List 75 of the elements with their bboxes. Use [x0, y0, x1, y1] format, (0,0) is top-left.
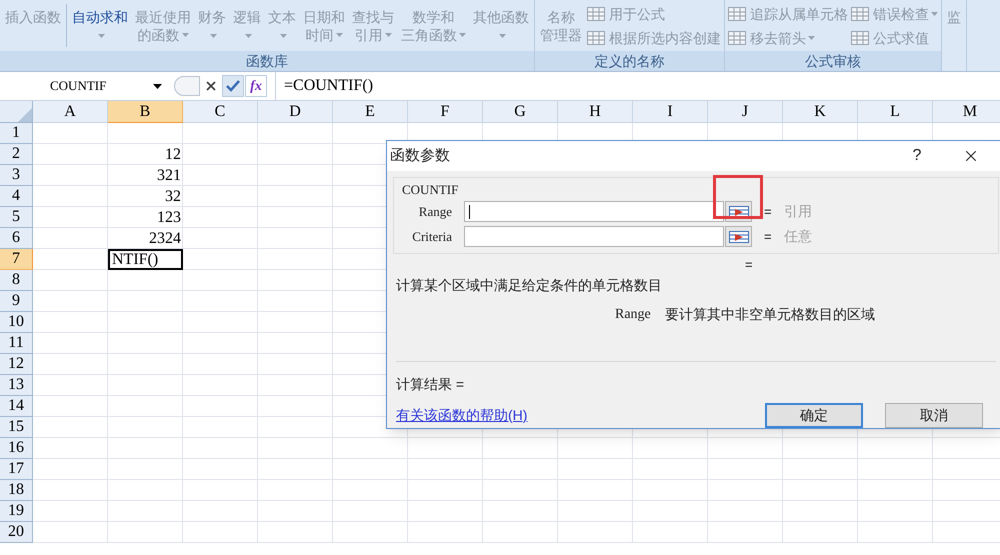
row-header[interactable]: 19: [0, 501, 33, 522]
argument-label: Range: [418, 202, 453, 221]
row-header[interactable]: 5: [0, 207, 33, 228]
function-description: 计算某个区域中满足给定条件的单元格数目: [395, 276, 663, 296]
formula-bar-grip[interactable]: [174, 76, 200, 96]
row-header[interactable]: 17: [0, 459, 33, 480]
table-cell-text: 32: [164, 186, 182, 206]
column-header[interactable]: B: [108, 101, 183, 123]
argument-field[interactable]: [464, 226, 724, 248]
row-header[interactable]: 18: [0, 480, 33, 501]
ribbon-group-label: 定义的名称: [535, 51, 724, 71]
column-header[interactable]: A: [33, 101, 108, 123]
row-header[interactable]: 14: [0, 396, 33, 417]
column-header[interactable]: C: [183, 101, 258, 123]
row-header[interactable]: 3: [0, 165, 33, 186]
argument-name: Range: [615, 306, 651, 324]
row-header[interactable]: 4: [0, 186, 33, 207]
table-cell-text: 123: [156, 208, 182, 228]
row-header[interactable]: 9: [0, 291, 33, 312]
row-header[interactable]: 1: [0, 123, 33, 144]
equals-sign: =: [764, 228, 773, 246]
equals-sign: =: [764, 202, 773, 221]
row-header[interactable]: 16: [0, 438, 33, 459]
ribbon-group-label: 函数库: [0, 51, 534, 71]
table-icon: [587, 7, 605, 21]
equals-sign: =: [745, 256, 753, 274]
insert-function-button[interactable]: fx: [245, 75, 267, 97]
argument-label: Criteria: [411, 228, 453, 246]
table-icon: [587, 31, 605, 45]
column-header[interactable]: K: [783, 101, 858, 123]
column-header[interactable]: L: [858, 101, 933, 123]
argument-description: 要计算其中非空单元格数目的区域: [664, 305, 875, 324]
table-cell: NTIF(): [108, 249, 183, 270]
ribbon-button[interactable]: 自动求和: [70, 0, 130, 51]
row-header[interactable]: 20: [0, 522, 33, 543]
function-name: COUNTIF: [401, 180, 460, 199]
help-button[interactable]: ?: [905, 144, 929, 168]
row-header[interactable]: 2: [0, 144, 33, 165]
row-header[interactable]: 10: [0, 312, 33, 333]
column-header[interactable]: M: [933, 101, 1000, 123]
column-header[interactable]: E: [333, 101, 408, 123]
dialog-button[interactable]: 确定: [765, 403, 863, 428]
caret-icon: [153, 84, 162, 88]
row-header[interactable]: 7: [0, 249, 33, 270]
check-icon[interactable]: [222, 75, 244, 97]
column-header[interactable]: J: [708, 101, 783, 123]
table-cell-text: 2324: [148, 228, 182, 248]
table-icon: [728, 31, 746, 45]
column-header[interactable]: F: [408, 101, 483, 123]
collapse-dialog-icon[interactable]: [725, 226, 752, 248]
row-header[interactable]: 6: [0, 228, 33, 249]
column-header[interactable]: H: [558, 101, 633, 123]
row-header[interactable]: 11: [0, 333, 33, 354]
column-header[interactable]: G: [483, 101, 558, 123]
dialog-button[interactable]: 取消: [885, 403, 983, 428]
ribbon-group-label: 公式审核: [725, 51, 941, 71]
column-header[interactable]: I: [633, 101, 708, 123]
table-cell-text: 12: [164, 144, 182, 164]
table-icon: [728, 7, 746, 21]
dialog-title: 函数参数: [390, 146, 451, 166]
row-header[interactable]: 15: [0, 417, 33, 438]
formula-text: =COUNTIF(): [284, 76, 374, 96]
row-header[interactable]: 13: [0, 375, 33, 396]
argument-value: 任意: [784, 227, 812, 246]
column-header[interactable]: D: [258, 101, 333, 123]
row-header[interactable]: 8: [0, 270, 33, 291]
table-icon: [851, 31, 869, 45]
table-cell-text: 321: [156, 166, 182, 186]
row-header[interactable]: 12: [0, 354, 33, 375]
table-icon: [851, 7, 869, 21]
argument-field[interactable]: [464, 201, 724, 222]
name-box[interactable]: COUNTIF: [0, 76, 170, 96]
help-link[interactable]: 有关该函数的帮助(H): [396, 405, 765, 426]
result-label: 计算结果 =: [395, 375, 466, 394]
argument-value: 引用: [784, 202, 812, 222]
